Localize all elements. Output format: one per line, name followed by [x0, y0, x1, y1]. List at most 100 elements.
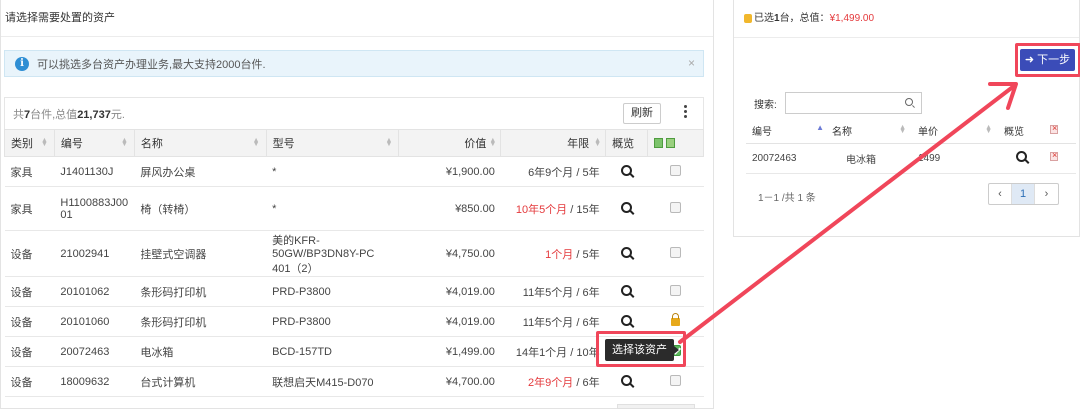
page: 请选择需要处置的资产 i 可以挑选多台资产办理业务,最大支持2000台件. × …: [0, 0, 1080, 409]
column-header-model[interactable]: 型号 ▲ ▼: [265, 129, 400, 157]
summary-suffix: 元.: [110, 108, 125, 121]
add-icon[interactable]: [666, 138, 676, 149]
more-options-icon[interactable]: [684, 105, 687, 120]
column-header-price[interactable]: 单价 ▲ ▼: [912, 119, 998, 144]
table-row[interactable]: 20072463 电冰箱 1499: [746, 143, 1076, 174]
asset-name-link[interactable]: 电冰箱: [826, 143, 912, 174]
cell-years: 14年1个月 / 10年: [500, 336, 606, 367]
cell-value: ¥1,499.00: [398, 336, 501, 367]
select-checkbox[interactable]: [670, 374, 682, 386]
cell-value: ¥4,700.00: [398, 366, 501, 397]
cell-years: 11年5个月 / 6年: [500, 306, 606, 337]
cell-years: 2年9个月 / 6年: [500, 366, 606, 397]
view-icon[interactable]: [1015, 151, 1027, 162]
asset-name-link[interactable]: 电冰箱: [134, 336, 267, 367]
select-all-icon[interactable]: [654, 138, 664, 149]
column-header-name[interactable]: 名称 ▲ ▼: [826, 119, 912, 144]
column-header-code[interactable]: 编号 ▲ ▼: [53, 129, 135, 157]
cell-category: 设备: [4, 230, 55, 277]
view-icon[interactable]: [621, 164, 633, 176]
column-header-years[interactable]: 年限 ▲ ▼: [500, 129, 607, 157]
prev-page-button[interactable]: ‹: [989, 184, 1012, 204]
selected-table: 编号▲ 名称▲▼ 单价▲▼ 概览 20072463 电冰箱 1499: [746, 119, 1076, 174]
search-field[interactable]: [784, 92, 922, 114]
table-row[interactable]: 设备 21002941 挂壁式空调器 美的KFR-50GW/BP3DN8Y-PC…: [4, 230, 704, 277]
cell-code: 20072463: [54, 336, 135, 367]
cell-code: 18009632: [54, 366, 135, 397]
cell-category: 设备: [4, 276, 55, 307]
cell-value: ¥1,900.00: [398, 156, 501, 187]
cell-model: BCD-157TD: [266, 336, 399, 367]
search-label: 搜索:: [754, 99, 777, 111]
select-tooltip: 选择该资产: [605, 339, 679, 361]
cell-code: 21002941: [54, 230, 135, 277]
column-header-overview: 概览: [605, 129, 649, 157]
column-header-code[interactable]: 编号 ▲: [746, 119, 826, 144]
column-header-overview: 概览: [998, 119, 1044, 144]
asset-name-link[interactable]: 屏风办公桌: [134, 156, 267, 187]
cell-years: 10年5个月 / 15年: [500, 186, 606, 231]
table-row[interactable]: 家具 H1100883J00 01 椅（转椅） * ¥850.00 10年5个月…: [4, 186, 704, 231]
table-toolbar: 共7台件,总值21,737元. 刷新: [4, 97, 704, 129]
next-page-button[interactable]: ›: [1035, 184, 1058, 204]
view-icon[interactable]: [621, 201, 633, 213]
cell-model: 美的KFR-50GW/BP3DN8Y-PC 401（2）: [266, 230, 399, 277]
remove-icon[interactable]: [1050, 150, 1058, 161]
table-row[interactable]: 设备 20101062 条形码打印机 PRD-P3800 ¥4,019.00 1…: [4, 276, 704, 307]
cell-price: 1499: [912, 143, 998, 174]
column-header-name[interactable]: 名称 ▲ ▼: [133, 129, 267, 157]
info-icon: i: [15, 56, 29, 71]
select-checkbox[interactable]: [670, 284, 682, 296]
cell-code: 20101062: [54, 276, 135, 307]
remove-all-icon[interactable]: [1050, 123, 1058, 134]
select-checkbox[interactable]: [670, 164, 682, 176]
cell-code: 20072463: [746, 143, 826, 174]
next-step-button[interactable]: ➜ 下一步: [1020, 49, 1075, 71]
refresh-button[interactable]: 刷新: [623, 103, 661, 124]
asset-name-link[interactable]: 条形码打印机: [134, 276, 267, 307]
cell-years: 1个月 / 5年: [500, 230, 606, 277]
cell-code: J1401130J: [54, 156, 135, 187]
pagination: ‹ 1 ›: [988, 183, 1059, 205]
cell-value: ¥850.00: [398, 186, 501, 231]
summary-prefix: 共: [13, 108, 24, 121]
view-icon[interactable]: [621, 314, 633, 326]
view-icon[interactable]: [621, 246, 633, 258]
cell-model: 联想启天M415-D070: [266, 366, 399, 397]
summary-text: 共7台件,总值21,737元.: [13, 106, 125, 122]
selected-prefix: 已选: [754, 13, 774, 24]
asset-name-link[interactable]: 椅（转椅）: [134, 186, 267, 231]
select-checkbox[interactable]: [670, 246, 682, 258]
cell-model: *: [266, 156, 399, 187]
horizontal-scrollbar[interactable]: [617, 404, 695, 409]
cell-value: ¥4,750.00: [398, 230, 501, 277]
search-input[interactable]: [785, 93, 921, 113]
search-icon[interactable]: [904, 98, 913, 106]
view-icon[interactable]: [621, 284, 633, 296]
table-row[interactable]: 家具 J1401130J 屏风办公桌 * ¥1,900.00 6年9个月 / 5…: [4, 156, 704, 187]
asset-name-link[interactable]: 条形码打印机: [134, 306, 267, 337]
asset-name-link[interactable]: 台式计算机: [134, 366, 267, 397]
selected-total: ¥1,499.00: [829, 13, 875, 24]
close-icon[interactable]: ×: [688, 56, 695, 70]
column-header-value[interactable]: 价值 ▲ ▼: [398, 129, 502, 157]
cell-model: *: [266, 186, 399, 231]
cell-value: ¥4,019.00: [398, 306, 501, 337]
search-row: 搜索:: [754, 92, 922, 114]
asset-name-link[interactable]: 挂壁式空调器: [134, 230, 267, 277]
cell-category: 设备: [4, 366, 55, 397]
summary-total: 21,737: [77, 108, 111, 121]
select-checkbox[interactable]: [670, 201, 682, 213]
column-header-select[interactable]: [647, 129, 704, 157]
table-row[interactable]: 设备 18009632 台式计算机 联想启天M415-D070 ¥4,700.0…: [4, 366, 704, 397]
panel-title: 请选择需要处置的资产: [1, 0, 713, 37]
cell-value: ¥4,019.00: [398, 276, 501, 307]
cell-category: 家具: [4, 156, 55, 187]
bag-icon: [744, 13, 752, 23]
selected-assets-panel: 已选1台，总值：¥1,499.00 ➜ 下一步 搜索: 编号 ▲ 名称 ▲ ▼ 单价 ▲…: [733, 0, 1080, 237]
summary-mid: 台件,总值: [30, 108, 78, 121]
view-icon[interactable]: [621, 374, 633, 386]
column-header-category[interactable]: 类别 ▲ ▼: [4, 129, 55, 157]
page-button[interactable]: 1: [1012, 184, 1035, 204]
info-alert: i 可以挑选多台资产办理业务,最大支持2000台件. ×: [4, 50, 704, 77]
